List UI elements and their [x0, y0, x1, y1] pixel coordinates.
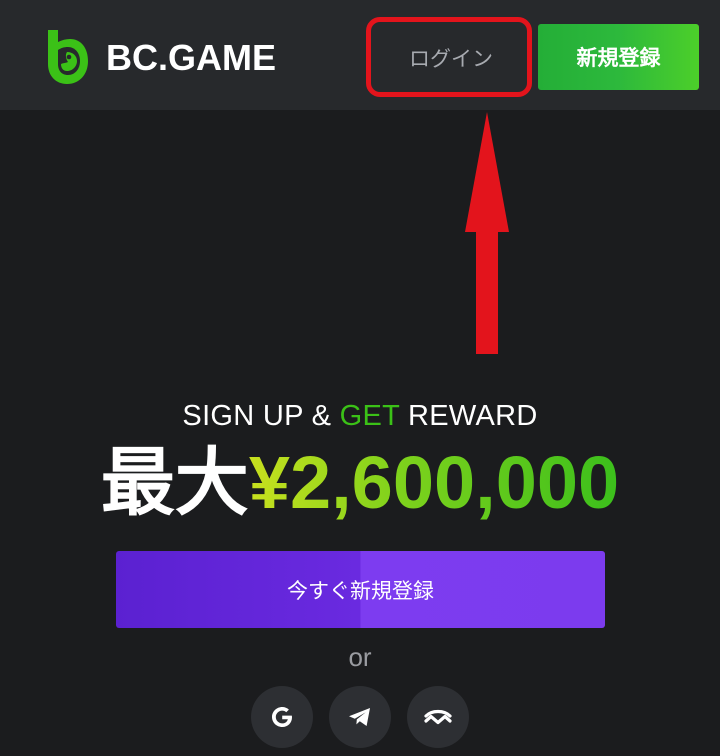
annotation-arrow-up-icon	[465, 112, 509, 354]
telegram-login-button[interactable]	[329, 686, 391, 748]
walletconnect-login-button[interactable]	[407, 686, 469, 748]
signup-now-button[interactable]: 今すぐ新規登録	[116, 551, 605, 628]
google-login-button[interactable]	[251, 686, 313, 748]
signup-button[interactable]: 新規登録	[538, 24, 699, 90]
brand-logo[interactable]: BC.GAME	[44, 28, 276, 86]
brand-name: BC.GAME	[106, 37, 276, 78]
tagline-highlight: GET	[339, 400, 400, 432]
tagline-part2: REWARD	[399, 400, 538, 432]
top-header: BC.GAME ログイン 新規登録	[0, 0, 720, 110]
google-icon	[272, 707, 292, 727]
login-button[interactable]: ログイン	[378, 24, 524, 92]
telegram-icon	[349, 708, 370, 726]
walletconnect-icon	[424, 709, 452, 725]
reward-headline: 最大¥2,600,000	[0, 440, 720, 526]
reward-amount: ¥2,600,000	[248, 441, 620, 524]
reward-max-label: 最大	[100, 441, 249, 524]
signup-tagline: SIGN UP & GET REWARD	[0, 400, 720, 433]
tagline-part1: SIGN UP &	[182, 400, 340, 432]
bc-game-logo-icon	[48, 30, 88, 84]
or-divider: or	[348, 642, 372, 672]
